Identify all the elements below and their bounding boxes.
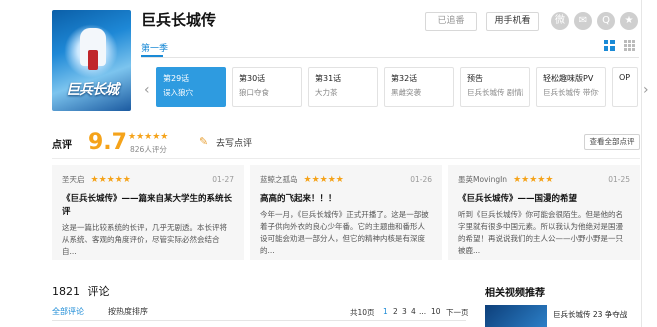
- review-date: 01-26: [410, 175, 432, 184]
- tab-all-comments[interactable]: 全部评论: [52, 306, 84, 317]
- episode-next-icon[interactable]: ›: [643, 82, 649, 98]
- qzone-icon[interactable]: ★: [620, 12, 638, 30]
- total-pages: 共10页: [350, 308, 375, 317]
- comment-count-number: 1821: [52, 285, 80, 298]
- related-heading: 相关视频推荐: [485, 288, 545, 299]
- episode-item[interactable]: 第31话 大力茶: [308, 67, 378, 107]
- all-reviews-button[interactable]: 查看全部点评: [584, 134, 640, 150]
- next-page-link[interactable]: 下一页: [446, 307, 469, 318]
- wechat-icon[interactable]: ✉: [574, 12, 592, 30]
- episode-number: OP: [619, 73, 631, 82]
- episode-item[interactable]: 轻松趣味版PV 巨兵长城传 带你认识一只吃草的狼: [536, 67, 606, 107]
- review-date: 01-25: [608, 175, 630, 184]
- comment-count-label: 评论: [87, 285, 110, 298]
- review-body: 这是一篇比较系统的长评，几乎无剧透。本长评将从系统、客观的角度评价，尽管实际必然…: [62, 223, 227, 256]
- episode-item[interactable]: OP: [612, 67, 638, 107]
- review-stars: ★★★★★: [513, 174, 554, 185]
- page-link[interactable]: 3: [402, 307, 407, 316]
- review-stars: ★★★★★: [90, 174, 131, 185]
- list-view-icon[interactable]: [604, 40, 615, 51]
- review-card[interactable]: 墨英MovingIn ★★★★★ 01-25 《巨兵长城传》——国漫的希望 听到…: [448, 165, 640, 260]
- episode-number: 第30话: [239, 74, 266, 83]
- episode-item[interactable]: 预告 巨兵长城传 剧情版预告，超酷上线: [460, 67, 530, 107]
- episode-number: 第31话: [315, 74, 342, 83]
- related-video-thumbnail[interactable]: [485, 305, 547, 327]
- qq-icon[interactable]: Q: [597, 12, 615, 30]
- review-card[interactable]: 蓝鲸之孤岛 ★★★★★ 01-26 高高的飞起来！！！ 今年一月，《巨兵长城传》…: [250, 165, 442, 260]
- episode-subtitle: 大力茶: [315, 88, 338, 97]
- episode-number: 预告: [467, 74, 483, 83]
- bangumi-page: 巨兵长城 巨兵长城传 已追番 用手机看 微 ✉ Q ★ 第一季 ‹ 第29话 误…: [0, 0, 657, 327]
- tab-season-1[interactable]: 第一季: [141, 41, 168, 54]
- section-divider: [52, 158, 640, 159]
- watch-on-phone-button[interactable]: 用手机看: [486, 12, 539, 31]
- review-title[interactable]: 《巨兵长城传》——国漫的希望: [458, 193, 630, 206]
- episode-subtitle: 巨兵长城传 带你认识一只吃草的狼: [543, 88, 599, 97]
- related-video-title[interactable]: 巨兵长城传 23 争夺战: [553, 309, 627, 320]
- review-body: 听到《巨兵长城传》你可能会很陌生。但是他的名字里就有很多中国元素。所以我认为他绝…: [458, 210, 623, 255]
- review-body: 今年一月，《巨兵长城传》正式开播了。这是一部披着子供向外衣的良心少年番。它的主题…: [260, 210, 429, 255]
- episode-item[interactable]: 第29话 误入狼穴: [156, 67, 226, 107]
- rating-stars: ★★★★★: [128, 132, 169, 142]
- page-link[interactable]: 1: [383, 307, 388, 316]
- page-edge: [641, 0, 642, 327]
- episode-item[interactable]: 第30话 狼口夺食: [232, 67, 302, 107]
- episode-number: 第29话: [163, 74, 190, 83]
- review-card[interactable]: 圣天启 ★★★★★ 01-27 《巨兵长城传》——篇来自某大学生的系统长评 这是…: [52, 165, 244, 260]
- review-title[interactable]: 《巨兵长城传》——篇来自某大学生的系统长评: [62, 193, 234, 219]
- page-link[interactable]: 10: [431, 307, 441, 316]
- review-stars: ★★★★★: [303, 174, 344, 185]
- tabs-divider: [141, 57, 639, 58]
- poster-character-scarf: [88, 50, 98, 70]
- review-user[interactable]: 蓝鲸之孤岛: [260, 174, 298, 185]
- review-date: 01-27: [212, 175, 234, 184]
- episode-subtitle: 误入狼穴: [163, 88, 193, 97]
- weibo-icon[interactable]: 微: [551, 12, 569, 30]
- pencil-icon[interactable]: ✎: [199, 135, 208, 148]
- page-ellipsis: ...: [419, 307, 427, 316]
- comment-divider: [52, 320, 466, 321]
- rating-count: 826人评分: [130, 145, 167, 154]
- page-link[interactable]: 4: [411, 307, 416, 316]
- review-title[interactable]: 高高的飞起来！！！: [260, 193, 432, 206]
- episode-item[interactable]: 第32话 黑雌突袭: [384, 67, 454, 107]
- grid-view-icon[interactable]: [624, 40, 635, 51]
- episode-subtitle: 黑雌突袭: [391, 88, 421, 97]
- episode-number: 轻松趣味版PV: [543, 74, 594, 83]
- review-user[interactable]: 圣天启: [62, 174, 85, 185]
- episode-subtitle: 狼口夺食: [239, 88, 269, 97]
- show-title: 巨兵长城传: [141, 11, 217, 29]
- episode-subtitle: 巨兵长城传 剧情版预告，超酷上线: [467, 88, 523, 97]
- page-link[interactable]: 2: [393, 307, 398, 316]
- poster-logo-text: 巨兵长城: [66, 82, 119, 98]
- sort-by-hot[interactable]: 按热度排序: [108, 306, 148, 317]
- comment-count: 1821 评论: [52, 283, 110, 299]
- episode-number: 第32话: [391, 74, 418, 83]
- review-user[interactable]: 墨英MovingIn: [458, 174, 507, 185]
- followed-button[interactable]: 已追番: [425, 12, 477, 31]
- rating-heading: 点评: [52, 140, 72, 151]
- rating-score: 9.7: [88, 130, 127, 155]
- episode-prev-icon[interactable]: ‹: [144, 82, 150, 98]
- show-poster[interactable]: 巨兵长城: [52, 10, 131, 111]
- write-review-link[interactable]: 去写点评: [216, 136, 252, 149]
